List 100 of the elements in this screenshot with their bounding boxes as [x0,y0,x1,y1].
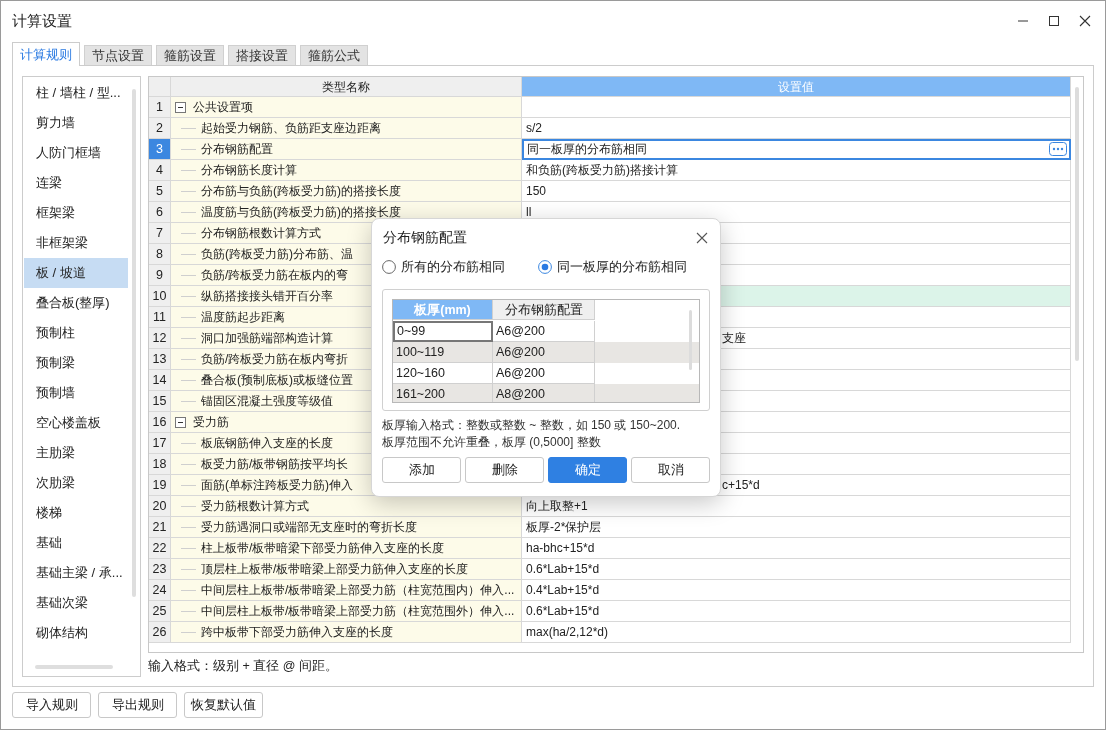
sidebar-item[interactable]: 次肋梁 [24,468,128,498]
close-icon[interactable] [696,232,708,244]
sidebar-item[interactable]: 连梁 [24,168,128,198]
tree-line [181,169,196,171]
tab[interactable]: 节点设置 [84,45,152,65]
radio-button[interactable] [382,260,396,274]
value-cell[interactable]: ha-bhc+15*d [522,538,1071,559]
table-cell[interactable]: A6@200 [493,342,595,363]
setting-name: 顶层柱上板带/板带暗梁上部受力筋伸入支座的长度 [201,561,469,578]
setting-value: c+15*d [722,477,760,494]
setting-name: 柱上板带/板带暗梁下部受力筋伸入支座的长度 [201,540,445,557]
setting-name: 锚固区混凝土强度等级值 [201,393,333,410]
row-number: 11 [149,307,171,328]
setting-name: 分布筋与负筋(跨板受力筋)的搭接长度 [201,183,401,200]
table-cell[interactable]: A8@200 [493,384,595,402]
dialog-button[interactable]: 删除 [465,457,544,483]
row-number: 14 [149,370,171,391]
tree-line [181,316,196,318]
radio-button[interactable] [538,260,552,274]
tree-line [181,379,196,381]
column-header[interactable]: 类型名称 [171,77,522,97]
tab[interactable]: 计算规则 [12,42,80,66]
setting-name: 纵筋搭接接头错开百分率 [201,288,333,305]
row-number: 1 [149,97,171,118]
sidebar-item[interactable]: 基础主梁 / 承... [24,558,128,588]
value-cell[interactable] [522,97,1071,118]
value-cell[interactable]: s/2 [522,118,1071,139]
sidebar-item[interactable]: 框架梁 [24,198,128,228]
setting-name: 板底钢筋伸入支座的长度 [201,435,333,452]
row-number: 3 [149,139,171,160]
tree-line [181,484,196,486]
maximize-icon[interactable] [1048,15,1060,27]
radio-label[interactable]: 同一板厚的分布筋相同 [557,258,687,276]
column-header[interactable]: 分布钢筋配置 [493,300,595,320]
value-cell[interactable]: 和负筋(跨板受力筋)搭接计算 [522,160,1071,181]
row-number: 23 [149,559,171,580]
setting-name: 跨中板带下部受力筋伸入支座的长度 [201,624,393,641]
value-cell[interactable]: 板厚-2*保护层 [522,517,1071,538]
scrollbar[interactable] [35,665,113,669]
footer-button[interactable]: 导出规则 [98,692,177,718]
value-cell[interactable]: 0.4*Lab+15*d [522,580,1071,601]
value-cell[interactable]: 向上取整+1 [522,496,1071,517]
footer-button[interactable]: 导入规则 [12,692,91,718]
dialog-button[interactable]: 取消 [631,457,710,483]
setting-name: 板受力筋/板带钢筋按平均长 [201,456,349,473]
sidebar-item[interactable]: 主肋梁 [24,438,128,468]
table-cell[interactable]: 100~119 [393,342,493,363]
tab[interactable]: 箍筋公式 [300,45,368,65]
scrollbar[interactable] [132,89,136,597]
sidebar-item[interactable]: 空心楼盖板 [24,408,128,438]
table-cell[interactable]: 0~99 [393,321,493,342]
sidebar-item[interactable]: 基础 [24,528,128,558]
setting-name: 起始受力钢筋、负筋距支座边距离 [201,120,381,137]
setting-name: 负筋/跨板受力筋在板内弯折 [201,351,349,368]
sidebar-item[interactable]: 预制梁 [24,348,128,378]
sidebar-item[interactable]: 叠合板(整厚) [24,288,128,318]
format-note: 板厚范围不允许重叠，板厚 (0,5000] 整数 [382,434,602,451]
sidebar-item[interactable]: 板 / 坡道 [24,258,128,288]
sidebar-item[interactable]: 非框架梁 [24,228,128,258]
value-cell[interactable]: 0.6*Lab+15*d [522,559,1071,580]
tree-line [181,547,196,549]
tree-line [181,148,196,150]
sidebar-item[interactable]: 预制柱 [24,318,128,348]
row-number: 22 [149,538,171,559]
table-cell[interactable]: 161~200 [393,384,493,402]
tab[interactable]: 箍筋设置 [156,45,224,65]
row-number: 25 [149,601,171,622]
dialog-button[interactable]: 确定 [548,457,627,483]
dialog-title: 分布钢筋配置 [383,229,467,247]
tree-line [181,253,196,255]
input-hint: 输入格式：级别 + 直径 @ 间距。 [148,658,339,675]
sidebar-item[interactable]: 预制墙 [24,378,128,408]
sidebar-item[interactable]: 砌体结构 [24,618,128,648]
setting-value: 支座 [722,330,746,347]
collapse-icon[interactable] [175,416,186,428]
sidebar-item[interactable]: 剪力墙 [24,108,128,138]
tab[interactable]: 搭接设置 [228,45,296,65]
row-number: 6 [149,202,171,223]
tree-line [181,505,196,507]
scrollbar[interactable] [689,310,692,370]
sidebar-item[interactable]: 人防门框墙 [24,138,128,168]
value-cell[interactable]: 150 [522,181,1071,202]
row-number: 4 [149,160,171,181]
sidebar-item[interactable]: 柱 / 墙柱 / 型... [24,78,128,108]
setting-name: 分布钢筋配置 [201,141,273,158]
radio-label[interactable]: 所有的分布筋相同 [401,258,505,276]
row-number: 15 [149,391,171,412]
footer-button[interactable]: 恢复默认值 [184,692,263,718]
value-cell[interactable]: 0.6*Lab+15*d [522,601,1071,622]
dialog-button[interactable]: 添加 [382,457,461,483]
row-number: 8 [149,244,171,265]
value-cell[interactable]: 同一板厚的分布筋相同 [522,139,1071,160]
collapse-icon[interactable] [175,101,186,113]
sidebar-item[interactable]: 楼梯 [24,498,128,528]
more-icon[interactable] [1049,142,1067,156]
sidebar-item[interactable]: 基础次梁 [24,588,128,618]
scrollbar[interactable] [1075,87,1079,361]
value-cell[interactable]: max(ha/2,12*d) [522,622,1071,643]
close-icon[interactable] [1079,15,1091,27]
table-corner [149,77,171,97]
